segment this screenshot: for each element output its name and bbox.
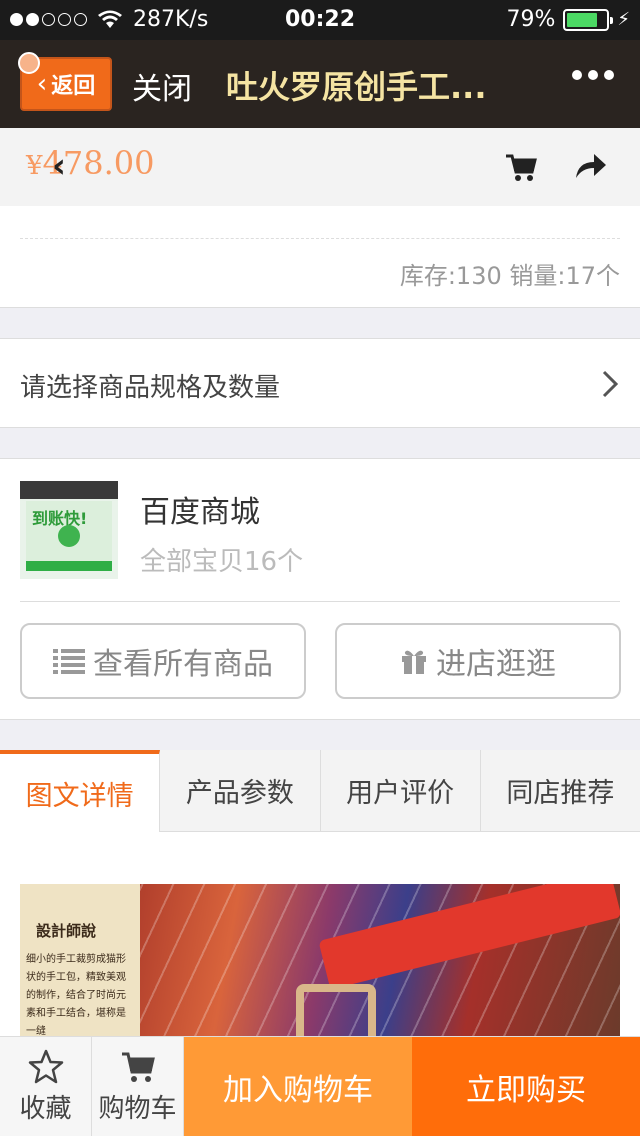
store-item-count: 全部宝贝16个 xyxy=(140,547,304,577)
stock-sales: 库存:130 销量:17个 xyxy=(399,262,620,290)
designer-note: 設計師說 细小的手工裁剪成猫形状的手工包，精致美观的制作，结合了时尚元素和手工结… xyxy=(20,884,140,1044)
back-label: 返回 xyxy=(51,74,96,99)
divider xyxy=(20,238,620,239)
store-logo-text: 到账快! xyxy=(32,509,88,528)
share-icon[interactable] xyxy=(572,148,608,184)
stock-section: 库存:130 销量:17个 xyxy=(0,206,640,308)
cart-label: 购物车 xyxy=(98,1094,177,1124)
store-logo[interactable]: 到账快! xyxy=(20,481,118,579)
chevron-left-icon: ‹ xyxy=(36,69,48,99)
store-section: 到账快! 百度商城 全部宝贝16个 查看所有商品 进店逛逛 xyxy=(0,458,640,720)
chevron-left-icon[interactable]: ‹ xyxy=(52,146,66,186)
status-right: 79% ⚡ xyxy=(506,7,630,32)
tab-reviews[interactable]: 用户评价 xyxy=(320,750,481,832)
price: ¥478.00 xyxy=(26,144,155,182)
product-image: 設計師說 细小的手工裁剪成猫形状的手工包，精致美观的制作，结合了时尚元素和手工结… xyxy=(20,884,620,1044)
chevron-right-icon xyxy=(602,370,619,398)
detail-tabs: 图文详情 产品参数 用户评价 同店推荐 xyxy=(0,750,640,832)
status-bar: 287K/s 00:22 79% ⚡ xyxy=(0,0,640,40)
visit-store-button[interactable]: 进店逛逛 xyxy=(335,623,621,699)
page-title: 吐火罗原创手工... xyxy=(226,68,487,106)
price-row: ¥478.00 ‹ xyxy=(0,128,640,206)
list-icon xyxy=(53,649,85,674)
tab-recommend[interactable]: 同店推荐 xyxy=(480,750,640,832)
store-name[interactable]: 百度商城 xyxy=(140,487,260,531)
divider xyxy=(20,601,620,602)
gift-icon xyxy=(402,650,426,674)
add-to-cart-button[interactable]: 加入购物车 xyxy=(184,1037,412,1136)
bottom-bar: 收藏 购物车 加入购物车 立即购买 xyxy=(0,1036,640,1136)
view-all-label: 查看所有商品 xyxy=(93,647,273,682)
star-icon xyxy=(28,1049,63,1084)
clock-icon xyxy=(58,525,80,547)
view-all-products-button[interactable]: 查看所有商品 xyxy=(20,623,306,699)
note-body: 细小的手工裁剪成猫形状的手工包，精致美观的制作，结合了时尚元素和手工结合，堪称是… xyxy=(26,954,126,1037)
note-title: 設計師說 xyxy=(36,922,97,940)
spec-selector[interactable]: 请选择商品规格及数量 xyxy=(0,338,640,428)
cart-icon[interactable] xyxy=(504,150,538,184)
buy-now-button[interactable]: 立即购买 xyxy=(412,1037,640,1136)
tab-parameters[interactable]: 产品参数 xyxy=(160,750,321,832)
cart-icon xyxy=(121,1052,155,1082)
charging-icon: ⚡ xyxy=(617,9,630,30)
close-button[interactable]: 关闭 xyxy=(132,64,192,108)
cart-button[interactable]: 购物车 xyxy=(92,1037,184,1136)
favorite-button[interactable]: 收藏 xyxy=(0,1037,92,1136)
battery-icon xyxy=(563,8,614,31)
favorite-label: 收藏 xyxy=(19,1094,72,1124)
tab-details[interactable]: 图文详情 xyxy=(0,750,161,832)
more-icon[interactable] xyxy=(572,70,614,80)
battery-percent: 79% xyxy=(506,7,556,32)
mascot-icon xyxy=(18,52,40,74)
visit-store-label: 进店逛逛 xyxy=(436,647,556,682)
detail-content: 設計師說 细小的手工裁剪成猫形状的手工包，精致美观的制作，结合了时尚元素和手工结… xyxy=(0,832,640,1044)
nav-bar: ‹ 返回 关闭 吐火罗原创手工... xyxy=(0,40,640,128)
spec-label: 请选择商品规格及数量 xyxy=(20,373,281,403)
currency-symbol: ¥ xyxy=(26,151,43,181)
